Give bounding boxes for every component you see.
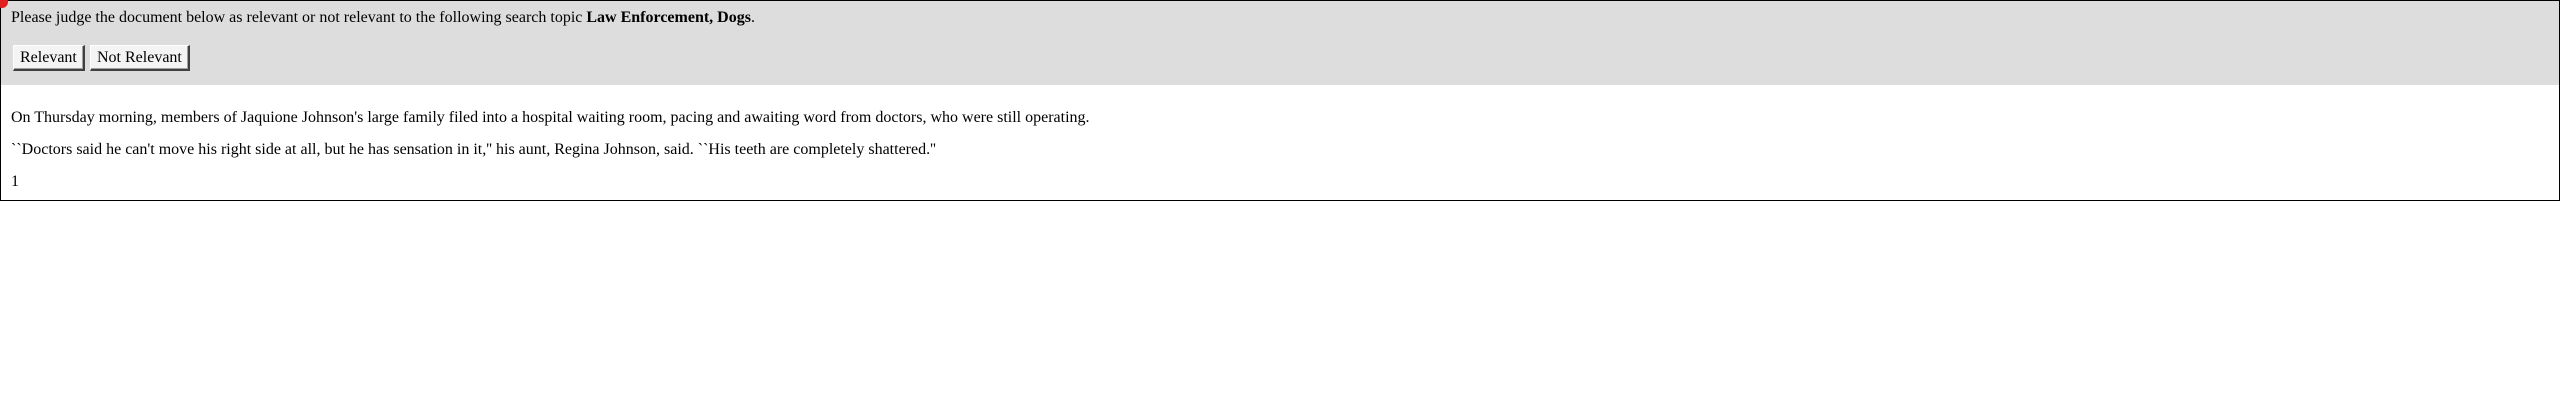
document-paragraph: ``Doctors said he can't move his right s…: [11, 141, 936, 158]
instruction-text: Please judge the document below as relev…: [11, 9, 587, 26]
document-page-number: 1: [11, 173, 19, 190]
cursor-marker-icon: [0, 0, 8, 8]
judgment-panel: Please judge the document below as relev…: [0, 0, 2560, 86]
relevant-button[interactable]: Relevant: [13, 45, 85, 71]
document-panel: On Thursday morning, members of Jaquione…: [0, 85, 2560, 201]
document-paragraph: On Thursday morning, members of Jaquione…: [11, 109, 1090, 126]
search-topic: Law Enforcement, Dogs: [586, 9, 751, 26]
not-relevant-button[interactable]: Not Relevant: [90, 45, 190, 71]
judgment-instruction: Please judge the document below as relev…: [11, 9, 755, 27]
instruction-period: .: [750, 9, 755, 26]
